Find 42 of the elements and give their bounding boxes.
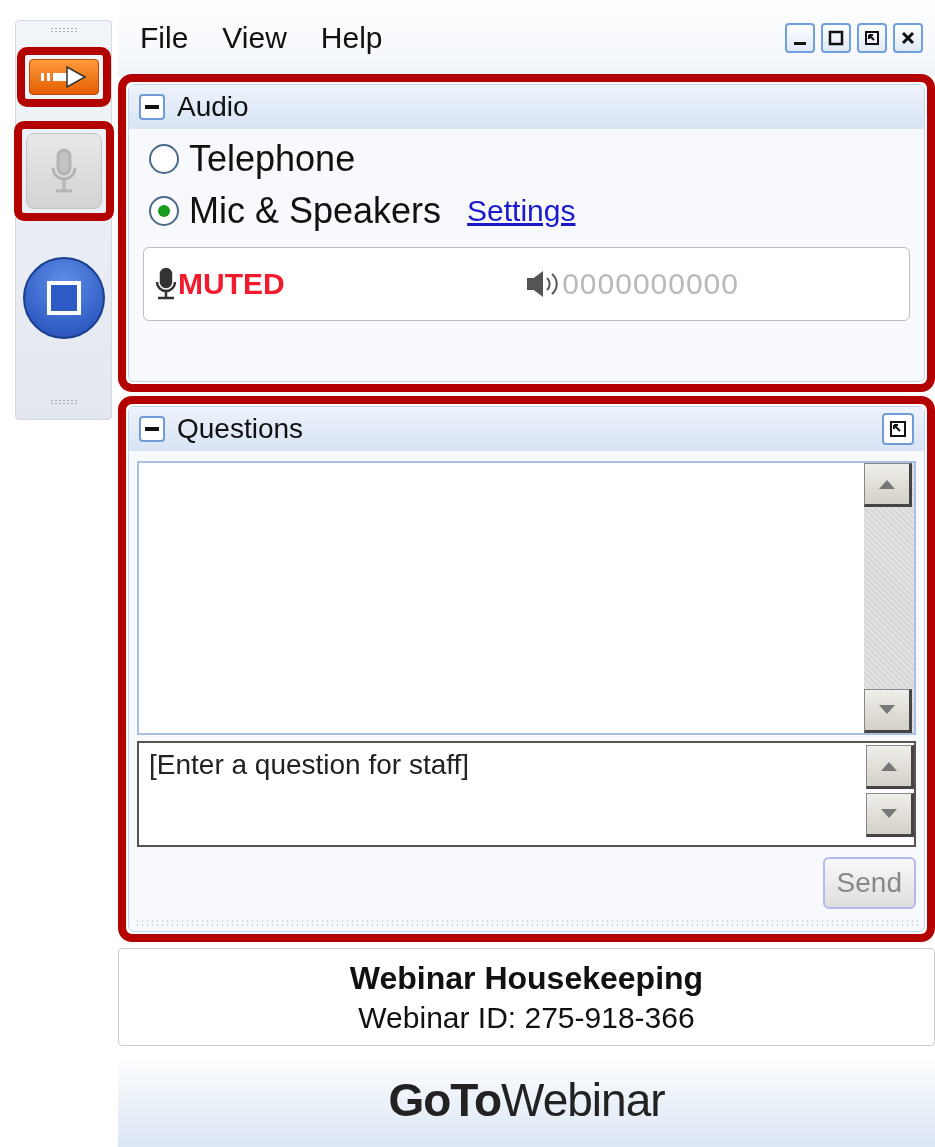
scroll-up-button[interactable]: [866, 745, 914, 789]
scroll-up-icon: [879, 760, 899, 772]
radio-label: Mic & Speakers: [189, 190, 442, 232]
scroll-down-icon: [877, 704, 897, 716]
webinar-id: Webinar ID: 275-918-366: [358, 1000, 695, 1035]
minimize-icon: [794, 41, 806, 45]
speaker-level-meter: 0000000000: [562, 267, 739, 301]
share-button[interactable]: [28, 59, 99, 95]
collapse-button[interactable]: [139, 416, 165, 442]
popout-button[interactable]: [857, 23, 887, 53]
square-icon: [45, 280, 82, 316]
popout-button[interactable]: [882, 413, 914, 445]
settings-link[interactable]: Settings: [467, 194, 576, 228]
popout-icon: [889, 420, 907, 438]
scroll-down-icon: [879, 808, 899, 820]
mute-status: MUTED: [178, 267, 285, 301]
scroll-up-button[interactable]: [864, 463, 912, 507]
arrow-icon: [38, 65, 89, 89]
minus-icon: [145, 105, 159, 109]
radio-button[interactable]: [149, 144, 179, 174]
microphone-icon: [154, 267, 178, 301]
radio-label: Telephone: [189, 138, 356, 180]
maximize-button[interactable]: [821, 23, 851, 53]
scroll-up-icon: [877, 478, 897, 490]
popout-icon: [864, 30, 880, 46]
menu-item[interactable]: File: [140, 21, 189, 55]
close-button[interactable]: [893, 23, 923, 53]
webinar-title: Webinar Housekeeping: [349, 959, 704, 997]
logo: GoToWebinar: [388, 1072, 665, 1127]
minus-icon: [145, 427, 159, 431]
collapse-button[interactable]: [139, 94, 165, 120]
maximize-icon: [828, 30, 844, 46]
menu-item[interactable]: Help: [320, 21, 383, 55]
radio-button[interactable]: [149, 196, 179, 226]
scroll-down-button[interactable]: [864, 689, 912, 733]
minimize-button[interactable]: [785, 23, 815, 53]
panel-title: Audio: [177, 91, 249, 123]
close-icon: [900, 30, 916, 46]
menu-item[interactable]: View: [222, 21, 287, 55]
scroll-down-button[interactable]: [866, 793, 914, 837]
scrollbar[interactable]: [864, 463, 914, 733]
panel-title: Questions: [177, 413, 304, 445]
